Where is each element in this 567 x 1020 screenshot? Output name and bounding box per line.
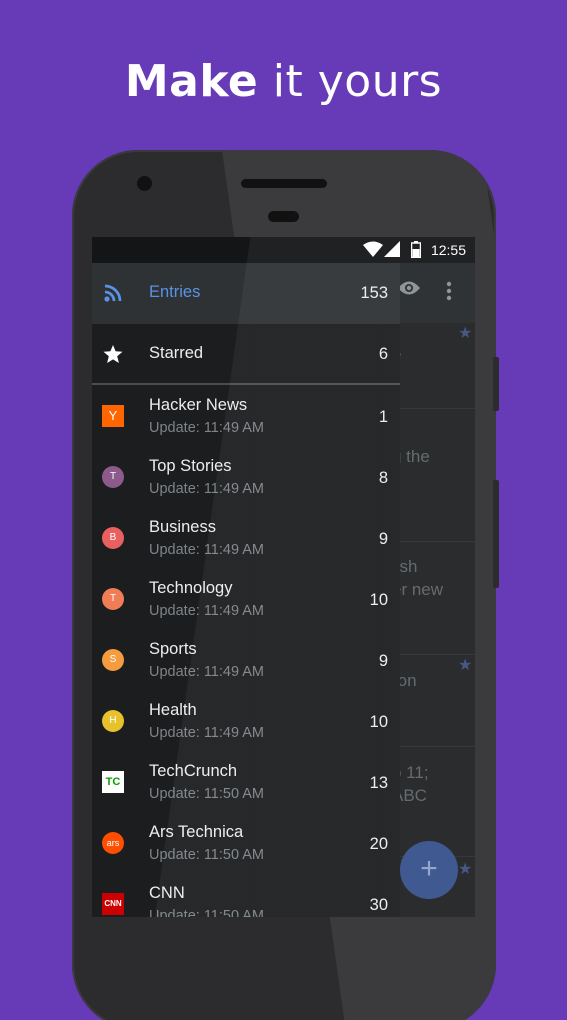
drawer-item-label: Entries <box>149 283 201 301</box>
drawer-item-label: Starred <box>149 344 204 362</box>
feed-item-technology[interactable]: T Technology Update: 11:49 AM 10 <box>92 569 400 630</box>
headline-rest: it yours <box>272 56 443 107</box>
wifi-icon <box>363 241 383 257</box>
feed-name: Hacker News <box>149 396 248 414</box>
feed-item-ars-technica[interactable]: ars Ars Technica Update: 11:50 AM 20 <box>92 813 400 874</box>
more-options-icon[interactable] <box>446 281 452 301</box>
add-button[interactable]: + <box>400 841 458 899</box>
plus-icon: + <box>420 852 438 885</box>
status-bar: 12:55 <box>92 237 475 263</box>
hacker-news-icon: Y <box>102 405 124 427</box>
feed-count: 9 <box>378 652 388 670</box>
headline-bold: Make <box>124 56 259 107</box>
feed-letter-icon: T <box>102 588 124 610</box>
phone-screen: 12:55 e ★ s g the lish er new ron ★ o 11… <box>92 237 475 917</box>
feed-item-cnn[interactable]: CNN CNN Update: 11:50 AM 30 <box>92 874 400 917</box>
feed-count: 8 <box>378 469 388 487</box>
feed-letter-icon: T <box>102 466 124 488</box>
star-icon[interactable]: ★ <box>458 859 472 879</box>
starred-count: 6 <box>378 345 388 363</box>
feed-name: TechCrunch <box>149 762 238 780</box>
feed-update-time: Update: 11:49 AM <box>149 725 265 741</box>
feed-update-time: Update: 11:50 AM <box>149 847 265 863</box>
proximity-sensor <box>268 211 299 222</box>
divider <box>92 383 400 385</box>
feed-count: 20 <box>369 835 388 853</box>
cnn-icon: CNN <box>102 893 124 915</box>
feed-count: 13 <box>369 774 388 792</box>
feed-letter-icon: S <box>102 649 124 671</box>
feed-letter-icon: B <box>102 527 124 549</box>
rss-icon <box>104 284 122 302</box>
signal-icon <box>384 241 400 257</box>
star-icon <box>103 345 123 363</box>
feed-name: Top Stories <box>149 457 232 475</box>
feed-update-time: Update: 11:49 AM <box>149 481 265 497</box>
feed-count: 9 <box>378 530 388 548</box>
feed-update-time: Update: 11:50 AM <box>149 908 265 917</box>
headline: Make it yours <box>0 56 567 107</box>
feed-item-business[interactable]: B Business Update: 11:49 AM 9 <box>92 508 400 569</box>
navigation-drawer: Entries 153 Starred 6 Y Hacker News Upda… <box>92 263 400 917</box>
feed-update-time: Update: 11:49 AM <box>149 603 265 619</box>
front-camera <box>137 176 152 191</box>
unread-count: 153 <box>360 284 388 302</box>
feed-name: Ars Technica <box>149 823 244 841</box>
feed-count: 1 <box>378 408 388 426</box>
feed-count: 30 <box>369 896 388 914</box>
feed-count: 10 <box>369 713 388 731</box>
ars-technica-icon: ars <box>102 832 124 854</box>
techcrunch-icon: TC <box>102 771 124 793</box>
feed-name: Technology <box>149 579 233 597</box>
feed-name: Business <box>149 518 216 536</box>
feed-count: 10 <box>369 591 388 609</box>
feed-update-time: Update: 11:49 AM <box>149 420 265 436</box>
drawer-item-starred[interactable]: Starred 6 <box>92 324 400 385</box>
feed-item-sports[interactable]: S Sports Update: 11:49 AM 9 <box>92 630 400 691</box>
eye-icon[interactable] <box>397 279 421 297</box>
feed-update-time: Update: 11:49 AM <box>149 542 265 558</box>
feed-item-health[interactable]: H Health Update: 11:49 AM 10 <box>92 691 400 752</box>
feed-item-techcrunch[interactable]: TC TechCrunch Update: 11:50 AM 13 <box>92 752 400 813</box>
feed-item-hacker-news[interactable]: Y Hacker News Update: 11:49 AM 1 <box>92 386 400 447</box>
power-button <box>493 480 499 588</box>
feed-letter-icon: H <box>102 710 124 732</box>
earpiece-speaker <box>241 179 327 188</box>
feed-update-time: Update: 11:49 AM <box>149 664 265 680</box>
star-icon[interactable]: ★ <box>458 323 472 343</box>
feed-item-top-stories[interactable]: T Top Stories Update: 11:49 AM 8 <box>92 447 400 508</box>
feed-update-time: Update: 11:50 AM <box>149 786 265 802</box>
drawer-item-entries[interactable]: Entries 153 <box>92 263 400 324</box>
star-icon[interactable]: ★ <box>458 655 472 675</box>
clock: 12:55 <box>430 242 466 258</box>
volume-button <box>493 357 499 411</box>
battery-icon <box>411 241 421 258</box>
feed-name: CNN <box>149 884 185 902</box>
feed-name: Sports <box>149 640 197 658</box>
feed-name: Health <box>149 701 197 719</box>
